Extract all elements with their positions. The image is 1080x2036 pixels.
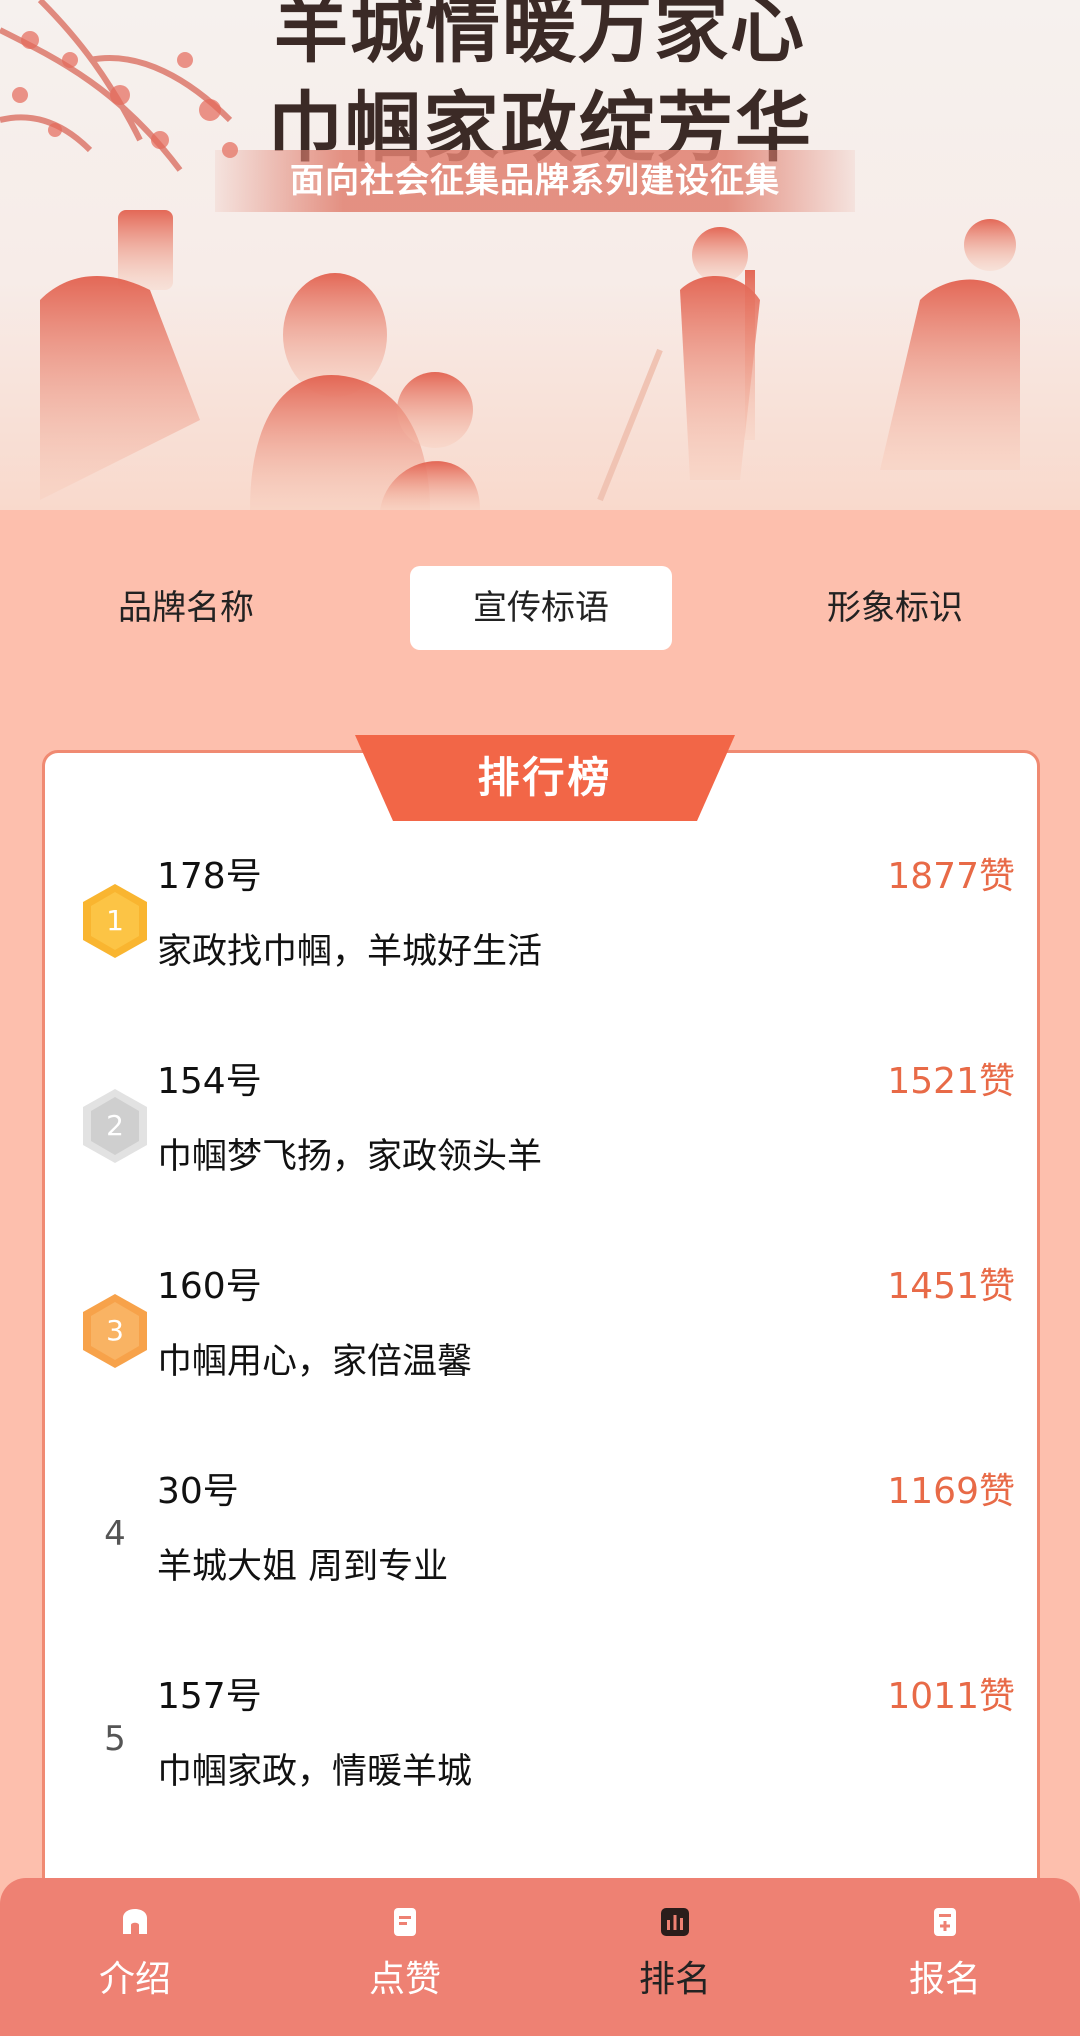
home-icon — [123, 1909, 147, 1934]
like-count: 1169赞 — [887, 1471, 1015, 1512]
document-icon — [394, 1908, 416, 1936]
tab-logo[interactable]: 形象标识 — [775, 566, 1015, 650]
category-tabs: 品牌名称 宣传标语 形象标识 — [0, 560, 1080, 650]
like-count: 1451赞 — [887, 1266, 1015, 1307]
rank-number: 1 — [106, 904, 124, 937]
entry-id: 160号 — [157, 1266, 262, 1307]
nav-register[interactable]: 报名 — [865, 1906, 1025, 2016]
nav-like[interactable]: 点赞 — [325, 1906, 485, 2016]
entry-id: 30号 — [157, 1471, 239, 1512]
nav-label: 报名 — [908, 1959, 981, 2000]
ranking-row[interactable]: 3 160号 1451赞 巾帼用心，家倍温馨 — [45, 1257, 1037, 1462]
rank-number: 5 — [104, 1719, 126, 1759]
bottom-navigation: 介绍 点赞 排名 报名 — [0, 1878, 1080, 2036]
gold-medal-icon: 1 — [81, 882, 149, 960]
entry-id: 157号 — [157, 1676, 262, 1717]
like-count: 1011赞 — [887, 1676, 1015, 1717]
rank-number: 3 — [106, 1314, 124, 1347]
nav-ranking[interactable]: 排名 — [595, 1906, 755, 2016]
entry-slogan: 家政找巾帼，羊城好生活 — [157, 932, 543, 972]
ranking-row[interactable]: 4 30号 1169赞 羊城大姐 周到专业 — [45, 1462, 1037, 1667]
entry-id: 154号 — [157, 1061, 262, 1102]
rank-number: 2 — [106, 1109, 124, 1142]
register-icon — [934, 1908, 956, 1936]
entry-slogan: 巾帼用心，家倍温馨 — [157, 1342, 473, 1382]
ranking-row[interactable]: 2 154号 1521赞 巾帼梦飞扬，家政领头羊 — [45, 1052, 1037, 1257]
ranking-title: 排行榜 — [355, 735, 735, 821]
nav-label: 介绍 — [98, 1959, 171, 2000]
banner-subtitle: 面向社会征集品牌系列建设征集 — [215, 150, 855, 212]
entry-slogan: 巾帼家政，情暖羊城 — [157, 1752, 473, 1792]
tab-slogan[interactable]: 宣传标语 — [410, 566, 672, 650]
like-count: 1877赞 — [887, 856, 1015, 897]
entry-slogan: 羊城大姐 周到专业 — [157, 1547, 449, 1587]
ranking-row[interactable]: 1 178号 1877赞 家政找巾帼，羊城好生活 — [45, 847, 1037, 1052]
nav-label: 排名 — [638, 1959, 711, 2000]
nav-intro[interactable]: 介绍 — [55, 1906, 215, 2016]
entry-slogan: 巾帼梦飞扬，家政领头羊 — [157, 1137, 543, 1177]
bar-chart-icon — [661, 1908, 689, 1936]
tab-brand-name[interactable]: 品牌名称 — [66, 566, 306, 650]
rank-number: 4 — [104, 1514, 126, 1554]
nav-label: 点赞 — [368, 1959, 441, 2000]
entry-id: 178号 — [157, 856, 262, 897]
banner: 羊城情暖万家心 巾帼家政绽芳华 面向社会征集品牌系列建设征集 — [0, 0, 1080, 510]
ranking-row[interactable]: 5 157号 1011赞 巾帼家政，情暖羊城 — [45, 1667, 1037, 1872]
silver-medal-icon: 2 — [81, 1087, 149, 1165]
like-count: 1521赞 — [887, 1061, 1015, 1102]
ranking-card: 排行榜 1 178号 1877赞 家政找巾帼，羊城好生活 2 154号 1521… — [42, 735, 1040, 1910]
bronze-medal-icon: 3 — [81, 1292, 149, 1370]
